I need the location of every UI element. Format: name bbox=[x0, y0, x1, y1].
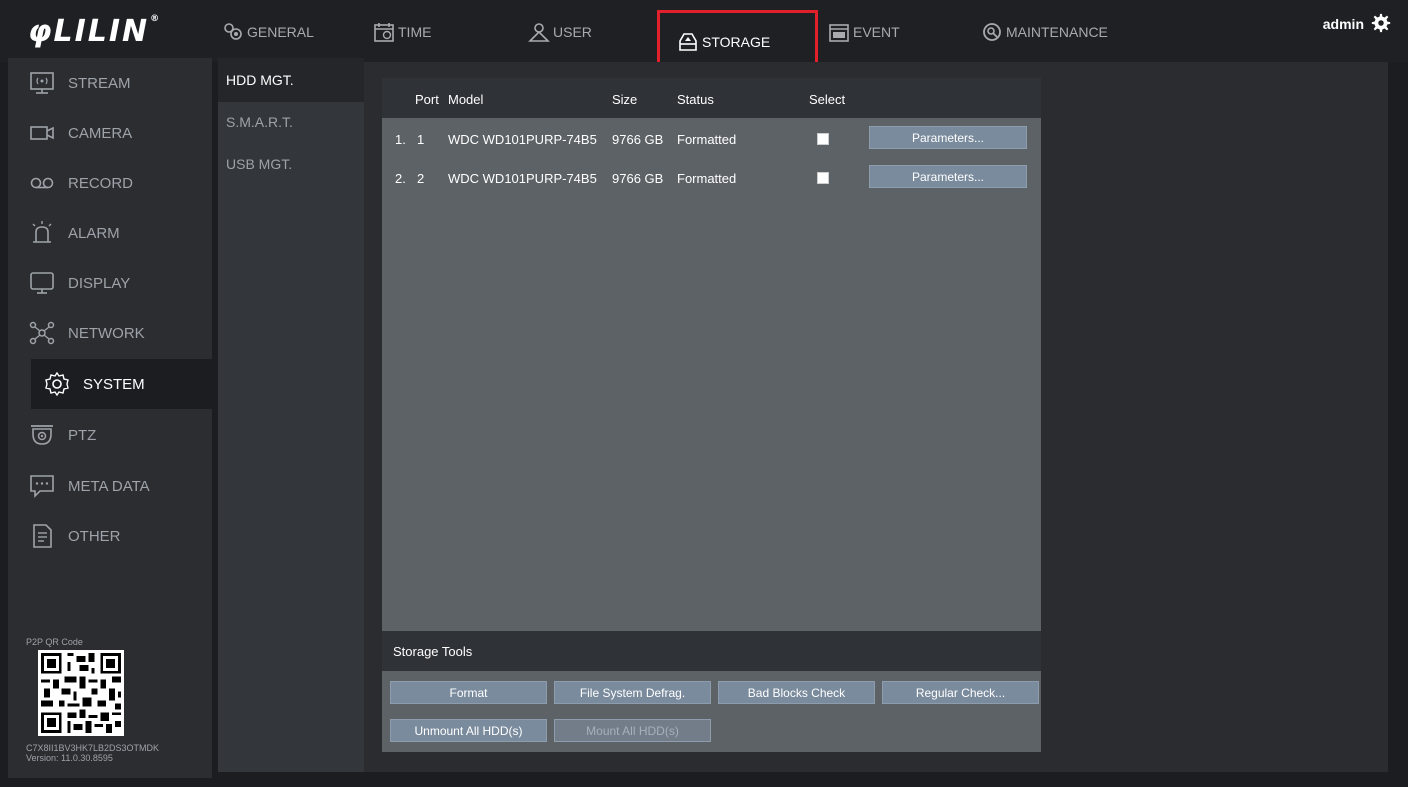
column-size: Size bbox=[612, 92, 638, 107]
submenu-item-smart[interactable]: S.M.A.R.T. bbox=[218, 94, 364, 138]
qr-code-id: C7X8II1BV3HK7LB2DS3OTMDK bbox=[26, 743, 160, 753]
sidebar-item-stream[interactable]: STREAM bbox=[8, 58, 212, 108]
column-model: Model bbox=[448, 92, 484, 107]
hdd-panel: Port Model Size Status Select 1. 1 WDC W… bbox=[382, 78, 1041, 752]
sidebar-item-alarm[interactable]: ALARM bbox=[8, 208, 212, 258]
tab-user-label: USER bbox=[553, 24, 592, 40]
sidebar-item-meta-data[interactable]: META DATA bbox=[8, 461, 212, 511]
column-port: Port bbox=[415, 92, 439, 107]
mount-all-hdd-button[interactable]: Mount All HDD(s) bbox=[554, 719, 711, 742]
tab-time[interactable]: TIME bbox=[372, 18, 431, 46]
tab-time-label: TIME bbox=[398, 24, 432, 40]
tab-storage[interactable]: STORAGE bbox=[657, 10, 818, 70]
sidebar-item-display[interactable]: DISPLAY bbox=[8, 258, 212, 308]
submenu-item-usb-mgt[interactable]: USB MGT. bbox=[218, 136, 364, 180]
sidebar-item-other-label: OTHER bbox=[68, 527, 121, 545]
sidebar-item-network[interactable]: NETWORK bbox=[8, 308, 212, 358]
submenu: HDD MGT. S.M.A.R.T. USB MGT. bbox=[218, 58, 364, 772]
logo-mark: φ bbox=[28, 14, 54, 49]
row-select-checkbox[interactable] bbox=[817, 133, 829, 145]
table-row: 1. 1 WDC WD101PURP-74B5 9766 GB Formatte… bbox=[382, 126, 1041, 152]
user-icon bbox=[528, 23, 550, 42]
parameters-button[interactable]: Parameters... bbox=[869, 126, 1027, 149]
hdd-table-header: Port Model Size Status Select bbox=[382, 78, 1041, 118]
tab-general-label: GENERAL bbox=[247, 24, 314, 40]
storage-icon bbox=[679, 33, 697, 51]
settings-gear-icon[interactable] bbox=[1370, 12, 1392, 34]
tab-event-label: EVENT bbox=[853, 24, 900, 40]
tab-user[interactable]: USER bbox=[527, 18, 592, 46]
firmware-version: Version: 11.0.30.8595 bbox=[26, 753, 113, 763]
camera-icon bbox=[30, 126, 54, 140]
document-icon bbox=[33, 524, 52, 548]
row-status: Formatted bbox=[677, 171, 737, 186]
logo-text: LILIN bbox=[53, 14, 150, 49]
sidebar-item-record[interactable]: RECORD bbox=[8, 158, 212, 208]
general-icon bbox=[224, 23, 242, 40]
calendar-clock-icon bbox=[374, 23, 394, 42]
row-port: 2 bbox=[417, 171, 425, 186]
format-button[interactable]: Format bbox=[390, 681, 547, 704]
qr-code-text: C7X8II1BV3HK7LB2DS3OTMDK Version: 11.0.3… bbox=[26, 743, 159, 763]
sidebar-item-display-label: DISPLAY bbox=[68, 274, 131, 292]
row-select-checkbox[interactable] bbox=[817, 172, 829, 184]
tab-storage-label: STORAGE bbox=[702, 34, 771, 50]
row-port: 1 bbox=[417, 132, 425, 147]
qr-code-image bbox=[38, 650, 124, 736]
record-icon bbox=[30, 177, 54, 189]
table-row: 2. 2 WDC WD101PURP-74B5 9766 GB Formatte… bbox=[382, 165, 1041, 191]
tab-general[interactable]: GENERAL bbox=[221, 18, 314, 46]
row-status: Formatted bbox=[677, 132, 737, 147]
regular-check-button[interactable]: Regular Check... bbox=[882, 681, 1039, 704]
unmount-all-hdd-button[interactable]: Unmount All HDD(s) bbox=[390, 719, 547, 742]
sidebar-item-camera-label: CAMERA bbox=[68, 124, 133, 142]
tab-maintenance-label: MAINTENANCE bbox=[1006, 24, 1108, 40]
file-system-defrag-button[interactable]: File System Defrag. bbox=[554, 681, 711, 704]
row-model: WDC WD101PURP-74B5 bbox=[448, 171, 597, 186]
tab-event[interactable]: EVENT bbox=[827, 18, 900, 46]
sidebar-item-stream-label: STREAM bbox=[68, 74, 131, 92]
storage-tools-title: Storage Tools bbox=[393, 644, 473, 659]
sidebar-item-network-label: NETWORK bbox=[68, 324, 145, 342]
qr-code-label: P2P QR Code bbox=[26, 637, 83, 647]
row-size: 9766 GB bbox=[612, 132, 664, 147]
sidebar-item-camera[interactable]: CAMERA bbox=[8, 108, 212, 158]
registered-mark: ® bbox=[150, 14, 162, 24]
column-status: Status bbox=[677, 92, 714, 107]
sidebar-item-system-label: SYSTEM bbox=[83, 375, 145, 393]
parameters-button[interactable]: Parameters... bbox=[869, 165, 1027, 188]
logo: φLILIN® bbox=[28, 14, 161, 49]
sidebar-item-system[interactable]: SYSTEM bbox=[31, 359, 212, 409]
bad-blocks-check-button[interactable]: Bad Blocks Check bbox=[718, 681, 875, 704]
alarm-icon bbox=[32, 221, 52, 243]
sidebar-item-other[interactable]: OTHER bbox=[8, 511, 212, 561]
row-model: WDC WD101PURP-74B5 bbox=[448, 132, 597, 147]
sidebar-item-record-label: RECORD bbox=[68, 174, 134, 192]
storage-tools-header: Storage Tools bbox=[382, 631, 1041, 671]
network-icon bbox=[29, 321, 55, 345]
top-bar: φLILIN® GENERAL TIME USER STORAGE EVENT … bbox=[0, 0, 1408, 70]
sidebar-item-alarm-label: ALARM bbox=[68, 224, 120, 242]
system-gear-icon bbox=[45, 371, 69, 397]
tab-maintenance[interactable]: MAINTENANCE bbox=[980, 18, 1108, 46]
maintenance-icon bbox=[983, 23, 1001, 41]
row-index: 2. bbox=[395, 171, 406, 186]
stream-icon bbox=[30, 72, 54, 94]
event-icon bbox=[829, 24, 849, 42]
sidebar-item-ptz[interactable]: PTZ bbox=[8, 410, 212, 460]
user-name[interactable]: admin bbox=[1323, 16, 1364, 32]
display-icon bbox=[30, 272, 54, 294]
sidebar-item-meta-data-label: META DATA bbox=[68, 477, 150, 495]
sidebar-item-ptz-label: PTZ bbox=[68, 426, 97, 444]
metadata-icon bbox=[30, 475, 54, 498]
column-select: Select bbox=[809, 92, 846, 107]
app-window: φLILIN® GENERAL TIME USER STORAGE EVENT … bbox=[0, 0, 1408, 787]
row-size: 9766 GB bbox=[612, 171, 664, 186]
row-index: 1. bbox=[395, 132, 406, 147]
ptz-camera-icon bbox=[31, 425, 53, 445]
